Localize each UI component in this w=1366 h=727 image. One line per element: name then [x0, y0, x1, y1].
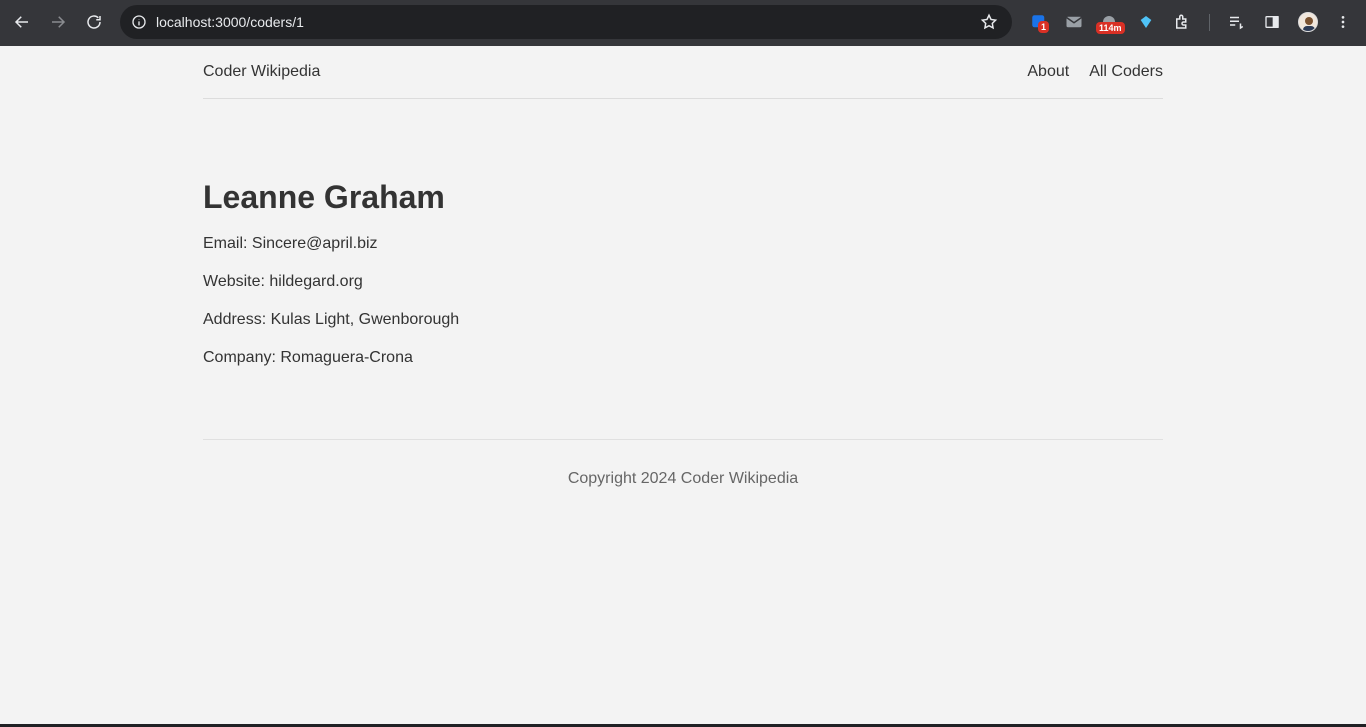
page-content: Coder Wikipedia About All Coders Leanne … [0, 46, 1366, 724]
address-bar[interactable]: localhost:3000/coders/1 [120, 5, 1012, 39]
mail-icon[interactable] [1063, 11, 1085, 33]
browser-toolbar: localhost:3000/coders/1 1 114m [0, 0, 1366, 46]
company-field: Company: Romaguera-Crona [203, 349, 413, 366]
diamond-extension-icon[interactable] [1135, 11, 1157, 33]
nav-link-all-coders[interactable]: All Coders [1089, 63, 1163, 81]
profile-avatar[interactable] [1298, 12, 1318, 32]
timer-extension-icon[interactable]: 114m [1096, 11, 1125, 34]
site-header: Coder Wikipedia About All Coders [203, 46, 1163, 99]
url-text[interactable]: localhost:3000/coders/1 [156, 14, 304, 30]
footer-copyright: Copyright 2024 Coder Wikipedia [567, 470, 799, 487]
back-button[interactable] [4, 4, 40, 40]
site-info-icon[interactable] [122, 5, 156, 39]
extension-tab-icon[interactable]: 1 [1028, 11, 1050, 33]
email-field: Email: Sincere@april.biz [203, 235, 378, 252]
brand-link[interactable]: Coder Wikipedia [203, 63, 320, 81]
arrow-right-icon [52, 16, 66, 28]
website-field: Website: hildegard.org [203, 273, 363, 290]
url-host: localhost [156, 14, 212, 30]
puzzle-icon[interactable] [1171, 11, 1193, 33]
reload-icon [87, 15, 101, 29]
footer-divider [203, 439, 1163, 440]
menu-kebab-icon[interactable] [1332, 11, 1354, 33]
bookmark-star-icon[interactable] [980, 13, 998, 31]
extension-badge: 1 [1038, 21, 1050, 33]
address-field: Address: Kulas Light, Gwenborough [203, 311, 460, 328]
forward-button[interactable] [40, 4, 76, 40]
reload-button[interactable] [76, 4, 112, 40]
url-path: :3000/coders/1 [211, 14, 304, 30]
side-panel-icon[interactable] [1261, 11, 1283, 33]
coder-profile: Leanne Graham Email: Sincere@april.biz W… [203, 179, 1163, 385]
page-title: Leanne Graham [203, 179, 445, 215]
site-nav: About All Coders [1027, 63, 1163, 81]
nav-link-about[interactable]: About [1027, 63, 1069, 81]
timer-badge: 114m [1096, 22, 1125, 34]
toolbar-divider [1209, 14, 1210, 31]
reading-list-icon[interactable] [1225, 11, 1247, 33]
arrow-left-icon [14, 16, 28, 28]
